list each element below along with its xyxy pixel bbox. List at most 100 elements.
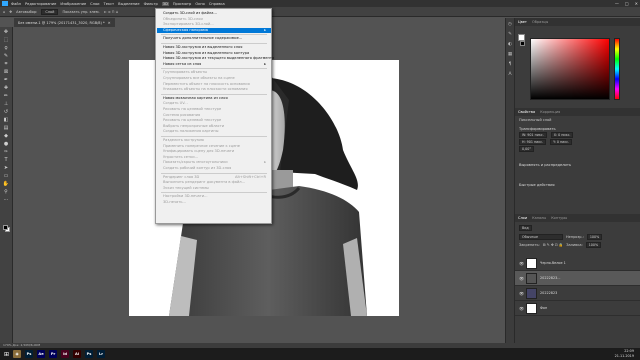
photoshop-logo-icon[interactable]: [2, 1, 8, 6]
transform-width-field[interactable]: W: 901 пикс.: [519, 132, 547, 138]
transform-y-field[interactable]: Y: 0 пикс.: [550, 139, 573, 145]
taskbar-app-icon[interactable]: Lr: [97, 350, 106, 358]
visibility-eye-icon[interactable]: 👁: [519, 276, 524, 281]
tab-adjustments[interactable]: Коррекция: [540, 110, 560, 114]
layer-row[interactable]: 👁 Фон: [515, 301, 640, 316]
menu-3d-item[interactable]: 3D-печать...: [157, 200, 271, 206]
marquee-tool-icon[interactable]: ⬚: [3, 37, 10, 43]
move-tool-icon[interactable]: ✥: [3, 29, 10, 35]
home-icon[interactable]: ⌂: [3, 10, 5, 14]
windows-start-icon[interactable]: ⊞: [4, 351, 9, 358]
hand-tool-icon[interactable]: ✋: [3, 181, 10, 187]
taskbar-app-icon[interactable]: ◉: [13, 350, 22, 358]
shape-tool-icon[interactable]: ▭: [3, 173, 10, 179]
document-tab[interactable]: Без имени-1 @ 179% (20171431_3020, RGB/8…: [14, 18, 115, 27]
type-tool-icon[interactable]: T: [3, 157, 10, 163]
align-icons[interactable]: ⊏ ⊐ ⊓ ⊔: [104, 10, 119, 14]
menu-item[interactable]: 3D: [161, 1, 169, 6]
maximize-icon[interactable]: □: [625, 1, 629, 6]
layer-name[interactable]: 20222823: [540, 291, 557, 295]
menu-3d-item[interactable]: Сферическая панорама ▸: [157, 27, 271, 34]
eraser-tool-icon[interactable]: ◧: [3, 117, 10, 123]
more-tools-icon[interactable]: ⋯: [3, 197, 10, 203]
tab-properties[interactable]: Свойства: [518, 110, 535, 114]
character-icon[interactable]: A: [508, 72, 511, 77]
taskbar-app-icon[interactable]: Id: [61, 350, 70, 358]
menu-3d-item[interactable]: Эскиз текущей системы: [157, 186, 271, 192]
zoom-tool-icon[interactable]: ⚲: [3, 189, 10, 195]
adjust-icon[interactable]: ◐: [508, 42, 512, 47]
tab-paths[interactable]: Контуры: [551, 216, 567, 220]
menu-3d-item[interactable]: Упаковать объекты на плоскости основания: [157, 87, 271, 93]
close-icon[interactable]: ✕: [108, 21, 111, 25]
menu-3d-item[interactable]: Создать наложения картины: [157, 129, 271, 135]
dodge-tool-icon[interactable]: ●: [3, 141, 10, 147]
minimize-icon[interactable]: —: [615, 1, 619, 6]
taskbar-app-icon[interactable]: Ae: [37, 350, 46, 358]
fill-field[interactable]: 100%: [585, 242, 602, 248]
menu-item[interactable]: Файл: [11, 2, 21, 6]
menu-item[interactable]: Редактирование: [25, 2, 56, 6]
visibility-eye-icon[interactable]: 👁: [519, 306, 524, 311]
menu-3d-item[interactable]: Новая сетка из слоя ▸: [157, 62, 271, 68]
move-tool-icon[interactable]: ✥: [9, 10, 12, 14]
tab-swatches[interactable]: Образцы: [532, 20, 548, 24]
brush-tool-icon[interactable]: ✏: [3, 93, 10, 99]
healing-brush-tool-icon[interactable]: ✚: [3, 85, 10, 91]
blur-tool-icon[interactable]: ◆: [3, 133, 10, 139]
tab-channels[interactable]: Каналы: [532, 216, 546, 220]
menu-item[interactable]: Слои: [90, 2, 99, 6]
menu-item[interactable]: Текст: [104, 2, 115, 6]
menu-item[interactable]: Фильтр: [144, 2, 158, 6]
visibility-eye-icon[interactable]: 👁: [519, 291, 524, 296]
menu-item[interactable]: Просмотр: [173, 2, 191, 6]
menu-3d-item[interactable]: Создать рабочий контур из 3D-слоя: [157, 166, 271, 172]
tab-layers[interactable]: Слои: [518, 216, 527, 220]
visibility-eye-icon[interactable]: 👁: [519, 261, 524, 266]
taskbar-app-icon[interactable]: Ps: [85, 350, 94, 358]
eyedropper-tool-icon[interactable]: ✒: [3, 77, 10, 83]
taskbar-app-icon[interactable]: Ai: [73, 350, 82, 358]
opacity-field[interactable]: 100%: [586, 234, 603, 240]
quick-actions-section-title[interactable]: Быстрые действия: [515, 182, 640, 188]
hue-slider[interactable]: [614, 38, 620, 100]
taskbar-app-icon[interactable]: Pr: [49, 350, 58, 358]
lock-icons[interactable]: ⊞ ✎ ✥ ⊡ 🔒: [543, 243, 564, 248]
crop-tool-icon[interactable]: ⌗: [3, 61, 10, 67]
transform-height-field[interactable]: H: 901 пикс.: [519, 139, 547, 145]
libraries-icon[interactable]: ▦: [508, 52, 512, 57]
layer-name[interactable]: Фон: [540, 306, 547, 310]
close-icon[interactable]: ✕: [635, 1, 638, 6]
pen-tool-icon[interactable]: ✑: [3, 149, 10, 155]
layer-row[interactable]: 👁 Черно-белое 1: [515, 256, 640, 271]
gradient-tool-icon[interactable]: ▤: [3, 125, 10, 131]
lasso-tool-icon[interactable]: ϙ: [3, 45, 10, 51]
show-controls-checkbox[interactable]: Показать упр. элем.: [62, 10, 99, 14]
tab-color[interactable]: Цвет: [518, 20, 527, 24]
layer-row[interactable]: 👁 20222823: [515, 286, 640, 301]
transform-angle-field[interactable]: 0,00°: [519, 146, 534, 152]
autoselect-label[interactable]: Автовыбор:: [16, 10, 37, 14]
align-section-title[interactable]: Выровнять и распределить: [515, 162, 640, 168]
clone-stamp-tool-icon[interactable]: ⊥: [3, 101, 10, 107]
paragraph-icon[interactable]: ¶: [509, 62, 512, 67]
path-select-tool-icon[interactable]: ➤: [3, 165, 10, 171]
panel-foreground-swatch[interactable]: [518, 34, 525, 41]
history-brush-tool-icon[interactable]: ↺: [3, 109, 10, 115]
menu-item[interactable]: Окно: [195, 2, 205, 6]
brush-settings-icon[interactable]: ✎: [508, 32, 512, 37]
layer-name[interactable]: Черно-белое 1: [540, 261, 566, 265]
panel-background-swatch[interactable]: [520, 41, 525, 46]
menu-item[interactable]: Справка: [209, 2, 225, 6]
menu-3d-item[interactable]: Получить дополнительное содержимое...: [157, 36, 271, 42]
history-icon[interactable]: ◷: [508, 22, 512, 27]
quick-select-tool-icon[interactable]: ✎: [3, 53, 10, 59]
layer-row[interactable]: 👁 20222823...: [515, 271, 640, 286]
color-picker-field[interactable]: [530, 38, 610, 100]
taskbar-app-icon[interactable]: Ps: [25, 350, 34, 358]
layer-name[interactable]: 20222823...: [540, 276, 561, 280]
layer-filter-select[interactable]: Вид: [519, 225, 532, 231]
transform-x-field[interactable]: X: 0 пикс.: [550, 132, 574, 138]
blend-mode-select[interactable]: Обычные: [519, 234, 563, 240]
menu-item[interactable]: Выделение: [118, 2, 139, 6]
